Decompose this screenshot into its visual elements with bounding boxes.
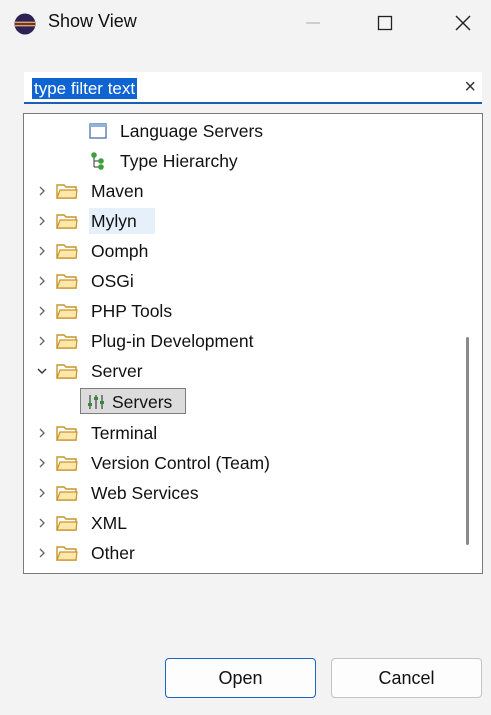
type-hierarchy-icon bbox=[91, 152, 104, 170]
tree-category-osgi[interactable]: OSGi bbox=[24, 266, 464, 296]
tree-category-terminal[interactable]: Terminal bbox=[24, 418, 464, 448]
folder-icon bbox=[56, 244, 78, 259]
open-button[interactable]: Open bbox=[165, 658, 316, 698]
folder-icon bbox=[56, 184, 78, 199]
folder-icon bbox=[56, 516, 78, 531]
filter-input[interactable]: type filter text × bbox=[24, 72, 482, 104]
tree-category-label: Server bbox=[91, 361, 143, 381]
minimize-button[interactable] bbox=[290, 0, 336, 46]
folder-icon bbox=[56, 274, 78, 289]
minimize-icon bbox=[306, 22, 320, 24]
folder-icon bbox=[56, 334, 78, 349]
tree-category-maven[interactable]: Maven bbox=[24, 176, 464, 206]
tree-item-servers[interactable]: Servers bbox=[24, 387, 464, 417]
tree-category-label: Terminal bbox=[91, 423, 158, 443]
close-icon bbox=[455, 15, 471, 31]
chevron-right-icon[interactable] bbox=[35, 304, 49, 318]
folder-icon bbox=[56, 304, 78, 319]
tree-category-php-tools[interactable]: PHP Tools bbox=[24, 296, 464, 326]
tree-category-mylyn[interactable]: Mylyn bbox=[24, 206, 464, 236]
folder-icon bbox=[56, 546, 78, 561]
tree-item-label: Type Hierarchy bbox=[120, 151, 238, 171]
title-bar: Show View bbox=[0, 0, 491, 46]
chevron-right-icon[interactable] bbox=[35, 516, 49, 530]
chevron-right-icon[interactable] bbox=[35, 456, 49, 470]
tree-category-server[interactable]: Server bbox=[24, 356, 464, 386]
chevron-down-icon[interactable] bbox=[35, 364, 49, 378]
window-title: Show View bbox=[48, 11, 137, 31]
tree-category-label: Version Control (Team) bbox=[91, 453, 270, 473]
chevron-right-icon[interactable] bbox=[35, 486, 49, 500]
chevron-right-icon[interactable] bbox=[35, 274, 49, 288]
tree-category-label: Mylyn bbox=[91, 211, 137, 231]
tree-category-label: Other bbox=[91, 543, 135, 563]
tree-item-label: Language Servers bbox=[120, 121, 264, 141]
close-button[interactable] bbox=[440, 0, 486, 46]
vertical-scrollbar[interactable] bbox=[466, 337, 469, 545]
tree-category-web-services[interactable]: Web Services bbox=[24, 478, 464, 508]
cancel-button[interactable]: Cancel bbox=[331, 658, 482, 698]
servers-icon bbox=[88, 395, 104, 409]
view-tree[interactable]: Language Servers Type Hierarchy Maven My… bbox=[23, 113, 483, 574]
tree-category-other[interactable]: Other bbox=[24, 538, 464, 568]
folder-icon bbox=[56, 214, 78, 229]
filter-text[interactable]: type filter text bbox=[32, 78, 138, 99]
tree-category-label: Web Services bbox=[91, 483, 199, 503]
tree-category-oomph[interactable]: Oomph bbox=[24, 236, 464, 266]
tree-category-label: XML bbox=[91, 513, 127, 533]
folder-icon bbox=[56, 426, 78, 441]
chevron-right-icon[interactable] bbox=[35, 334, 49, 348]
folder-open-icon bbox=[56, 364, 78, 379]
chevron-right-icon[interactable] bbox=[35, 244, 49, 258]
tree-category-label: Oomph bbox=[91, 241, 149, 261]
view-icon bbox=[89, 123, 107, 139]
maximize-button[interactable] bbox=[362, 0, 408, 46]
tree-category-label: PHP Tools bbox=[91, 301, 173, 321]
folder-icon bbox=[56, 486, 78, 501]
tree-category-label: Maven bbox=[91, 181, 144, 201]
tree-item-language-servers[interactable]: Language Servers bbox=[24, 116, 464, 146]
tree-category-label: Plug-in Development bbox=[91, 331, 254, 351]
chevron-right-icon[interactable] bbox=[35, 214, 49, 228]
chevron-right-icon[interactable] bbox=[35, 426, 49, 440]
chevron-right-icon[interactable] bbox=[35, 546, 49, 560]
tree-category-label: OSGi bbox=[91, 271, 134, 291]
clear-filter-icon[interactable]: × bbox=[464, 76, 476, 98]
tree-item-type-hierarchy[interactable]: Type Hierarchy bbox=[24, 146, 464, 176]
tree-category-plug-in-development[interactable]: Plug-in Development bbox=[24, 326, 464, 356]
folder-icon bbox=[56, 456, 78, 471]
maximize-icon bbox=[377, 15, 393, 31]
tree-category-xml[interactable]: XML bbox=[24, 508, 464, 538]
tree-category-version-control[interactable]: Version Control (Team) bbox=[24, 448, 464, 478]
chevron-right-icon[interactable] bbox=[35, 184, 49, 198]
eclipse-icon bbox=[14, 13, 36, 35]
tree-item-label: Servers bbox=[112, 392, 173, 412]
